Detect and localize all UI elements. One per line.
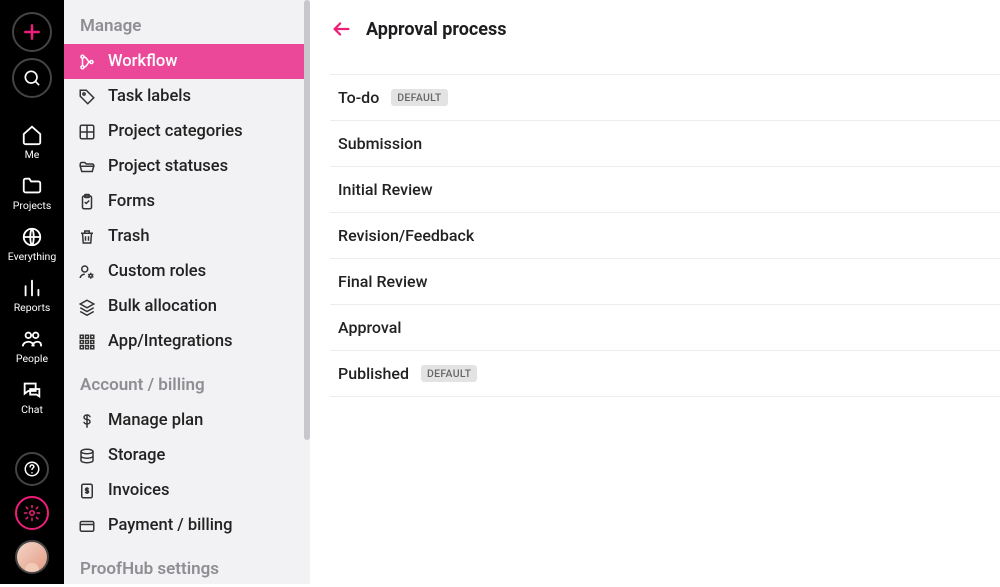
workflow-stage[interactable]: Initial Review xyxy=(330,167,1000,213)
workflow-icon xyxy=(78,53,96,71)
rail-item-reports[interactable]: Reports xyxy=(0,271,64,320)
dollar-icon xyxy=(78,412,96,430)
stage-name: Revision/Feedback xyxy=(338,226,474,245)
label: Payment / billing xyxy=(108,516,232,535)
folder-open-icon xyxy=(78,158,96,176)
workflow-stage[interactable]: Revision/Feedback xyxy=(330,213,1000,259)
rail-label: Projects xyxy=(13,199,52,212)
sidebar-item-task-labels[interactable]: Task labels xyxy=(64,79,310,114)
back-button[interactable] xyxy=(330,18,352,40)
app-rail: Me Projects Everything Reports People Ch… xyxy=(0,0,64,584)
sidebar-item-invoices[interactable]: Invoices xyxy=(64,473,310,508)
stage-name: Initial Review xyxy=(338,180,433,199)
help-button[interactable] xyxy=(15,452,49,486)
stage-name: Approval xyxy=(338,318,401,337)
label: Task labels xyxy=(108,87,191,106)
rail-label: People xyxy=(16,352,48,365)
sidebar-item-trash[interactable]: Trash xyxy=(64,219,310,254)
stage-name: Published xyxy=(338,364,409,383)
rail-label: Me xyxy=(25,148,40,161)
sidebar-item-manage-plan[interactable]: Manage plan xyxy=(64,403,310,438)
page-title: Approval process xyxy=(366,19,506,40)
plus-icon xyxy=(22,22,42,42)
rail-label: Chat xyxy=(21,403,43,416)
invoice-icon xyxy=(78,482,96,500)
sidebar-item-forms[interactable]: Forms xyxy=(64,184,310,219)
grid-icon xyxy=(78,123,96,141)
label: Trash xyxy=(108,227,150,246)
arrow-left-icon xyxy=(330,18,352,40)
rail-item-chat[interactable]: Chat xyxy=(0,373,64,422)
gear-icon xyxy=(23,504,41,522)
rail-label: Everything xyxy=(8,250,57,263)
rail-bottom xyxy=(15,452,49,574)
label: Workflow xyxy=(108,52,177,71)
layers-icon xyxy=(78,298,96,316)
apps-icon xyxy=(78,333,96,351)
sidebar-item-storage[interactable]: Storage xyxy=(64,438,310,473)
section-title-manage: Manage xyxy=(64,10,310,44)
label: App/Integrations xyxy=(108,332,233,351)
workflow-stage[interactable]: Submission xyxy=(330,121,1000,167)
workflow-stage[interactable]: Final Review xyxy=(330,259,1000,305)
rail-nav: Me Projects Everything Reports People Ch… xyxy=(0,118,64,422)
label: Storage xyxy=(108,446,165,465)
label: Invoices xyxy=(108,481,169,500)
stage-name: Final Review xyxy=(338,272,427,291)
rail-label: Reports xyxy=(14,301,51,314)
stage-name: Submission xyxy=(338,134,422,153)
rail-top xyxy=(0,12,64,98)
chat-icon xyxy=(21,379,43,401)
section-title-billing: Account / billing xyxy=(64,369,310,403)
scrollbar[interactable] xyxy=(304,0,310,440)
trash-icon xyxy=(78,228,96,246)
rail-item-me[interactable]: Me xyxy=(0,118,64,167)
sidebar-item-project-categories[interactable]: Project categories xyxy=(64,114,310,149)
main-content: Approval process To-do DEFAULT Submissio… xyxy=(310,0,1000,584)
settings-sidebar: Manage Workflow Task labels Project cate… xyxy=(64,0,310,584)
settings-button[interactable] xyxy=(15,496,49,530)
workflow-stage[interactable]: Approval xyxy=(330,305,1000,351)
sidebar-item-payment-billing[interactable]: Payment / billing xyxy=(64,508,310,543)
rail-item-projects[interactable]: Projects xyxy=(0,169,64,218)
workflow-stage[interactable]: To-do DEFAULT xyxy=(330,75,1000,121)
tag-icon xyxy=(78,88,96,106)
label: Manage plan xyxy=(108,411,203,430)
label: Custom roles xyxy=(108,262,206,281)
stage-name: To-do xyxy=(338,88,379,107)
rail-item-everything[interactable]: Everything xyxy=(0,220,64,269)
user-gear-icon xyxy=(78,263,96,281)
main-header: Approval process xyxy=(330,18,1000,74)
add-button[interactable] xyxy=(12,12,52,52)
default-badge: DEFAULT xyxy=(421,365,477,382)
credit-card-icon xyxy=(78,517,96,535)
avatar[interactable] xyxy=(15,540,49,574)
sidebar-item-custom-roles[interactable]: Custom roles xyxy=(64,254,310,289)
default-badge: DEFAULT xyxy=(391,89,447,106)
help-icon xyxy=(23,460,41,478)
database-icon xyxy=(78,447,96,465)
label: Bulk allocation xyxy=(108,297,217,316)
label: Project statuses xyxy=(108,157,228,176)
workflow-stages-list: To-do DEFAULT Submission Initial Review … xyxy=(330,74,1000,397)
home-icon xyxy=(21,124,43,146)
globe-icon xyxy=(21,226,43,248)
rail-item-people[interactable]: People xyxy=(0,322,64,371)
clipboard-icon xyxy=(78,193,96,211)
sidebar-item-project-statuses[interactable]: Project statuses xyxy=(64,149,310,184)
sidebar-item-app-integrations[interactable]: App/Integrations xyxy=(64,324,310,359)
label: Project categories xyxy=(108,122,243,141)
search-button[interactable] xyxy=(12,58,52,98)
section-title-proofhub: ProofHub settings xyxy=(64,553,310,587)
label: Forms xyxy=(108,192,155,211)
sidebar-item-bulk-allocation[interactable]: Bulk allocation xyxy=(64,289,310,324)
sidebar-item-workflow[interactable]: Workflow xyxy=(64,44,310,79)
workflow-stage[interactable]: Published DEFAULT xyxy=(330,351,1000,397)
folder-icon xyxy=(21,175,43,197)
people-icon xyxy=(21,328,43,350)
bar-chart-icon xyxy=(21,277,43,299)
search-icon xyxy=(22,68,42,88)
